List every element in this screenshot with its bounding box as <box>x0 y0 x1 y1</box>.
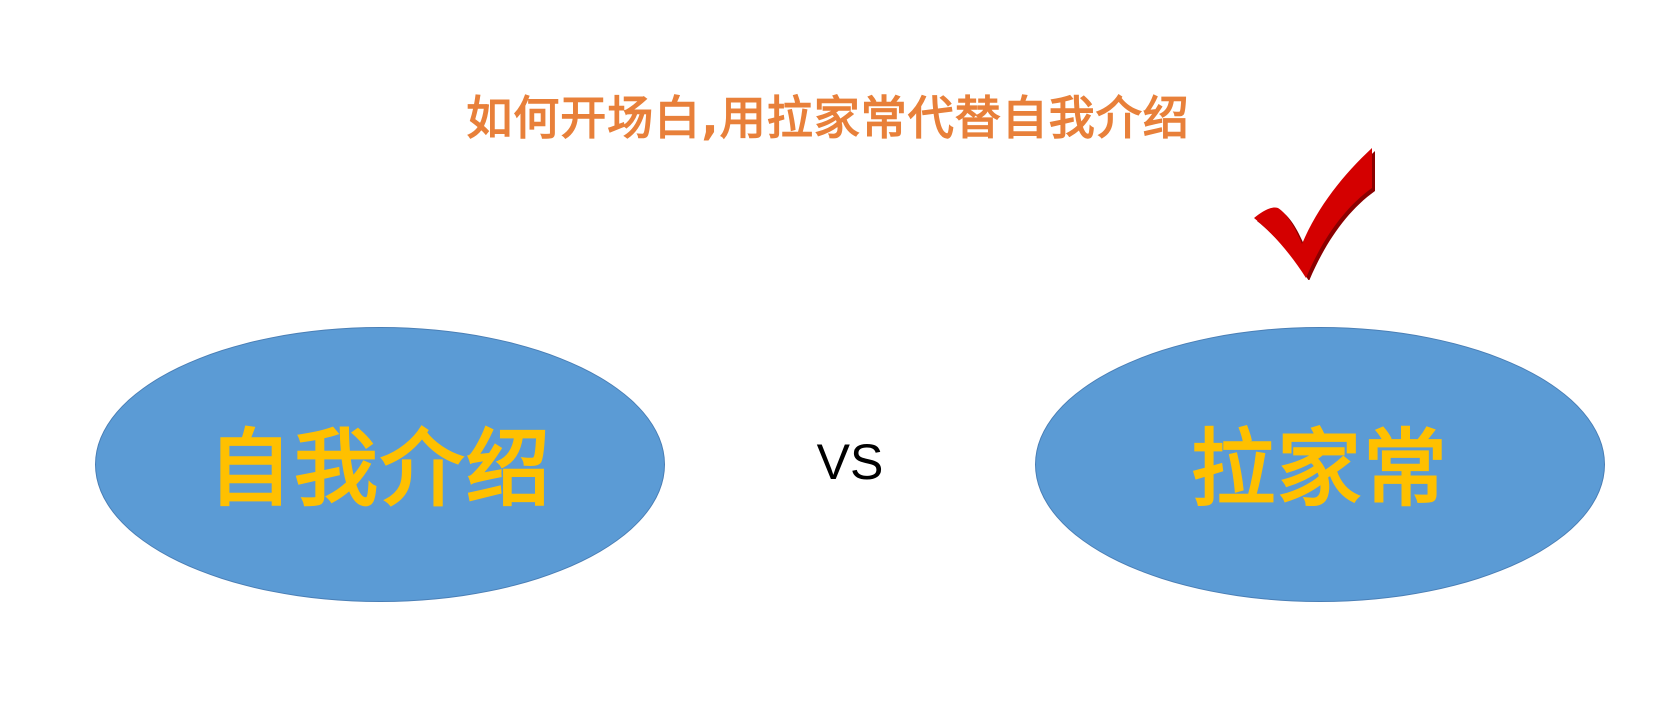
left-option-ellipse: 自我介绍 <box>95 327 665 602</box>
right-option-label: 拉家常 <box>1190 419 1449 518</box>
vs-separator: VS <box>816 434 884 490</box>
left-option-label: 自我介绍 <box>207 419 552 518</box>
checkmark-icon <box>1254 148 1375 280</box>
checkmark-shape <box>1254 148 1372 278</box>
right-option-ellipse: 拉家常 <box>1035 327 1605 602</box>
page-title: 如何开场白,用拉家常代替自我介绍 <box>466 91 1190 145</box>
